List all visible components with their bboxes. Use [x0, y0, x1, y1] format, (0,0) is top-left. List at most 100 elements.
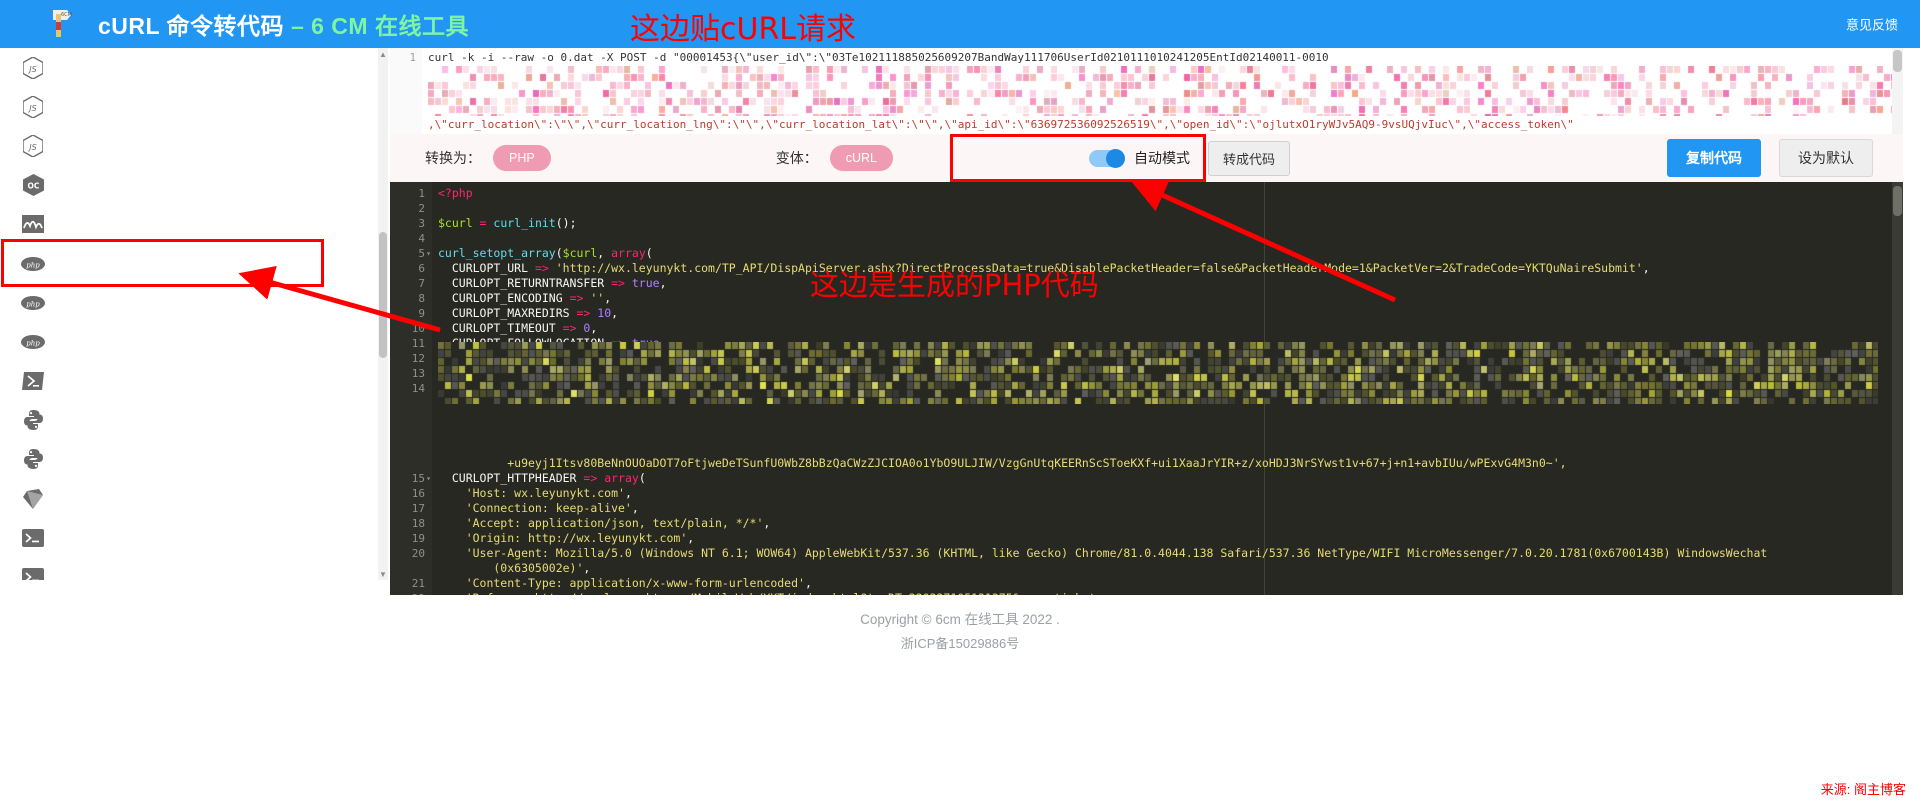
nodejs-icon: JS	[20, 55, 46, 81]
code-line-number: 3	[390, 216, 425, 231]
code-line: 'Content-Type: application/x-www-form-ur…	[438, 576, 1898, 591]
sidebar-scroll-up-icon[interactable]: ▲	[378, 48, 388, 60]
code-line	[438, 231, 1898, 246]
code-line-number: 2	[390, 201, 425, 216]
python-icon	[20, 407, 46, 433]
brand-title-sub: 6 CM 在线工具	[311, 13, 469, 39]
code-line: 'Connection: keep-alive',	[438, 501, 1898, 516]
code-line-number: 22	[390, 591, 425, 595]
sidebar-scroll-down-icon[interactable]: ▼	[378, 568, 388, 580]
code-line-tail-fragment: +u9eyj1Itsv80BeNnOUOaDOT7oFtjweDeTSunfU0…	[438, 456, 1898, 471]
auto-mode-toggle-knob	[1106, 149, 1125, 168]
code-line: 'Origin: http://wx.leyunykt.com',	[438, 531, 1898, 546]
code-line: CURLOPT_TIMEOUT => 0,	[438, 321, 1898, 336]
curl-request-redacted-region	[428, 66, 1893, 116]
curl-editor-scrollbar-thumb[interactable]	[1893, 50, 1902, 72]
python-icon	[20, 446, 46, 472]
footer-copyright: Copyright © 6cm 在线工具 2022 .	[0, 608, 1920, 628]
code-line: CURLOPT_HTTPHEADER => array(	[438, 471, 1898, 486]
code-line-number: 18	[390, 516, 425, 531]
code-line-number	[390, 456, 425, 471]
code-line: CURLOPT_URL => 'http://wx.leyunykt.com/T…	[438, 261, 1898, 276]
curl-editor-scrollbar[interactable]	[1892, 48, 1903, 134]
page-footer: Copyright © 6cm 在线工具 2022 . 浙ICP备1502988…	[0, 596, 1920, 808]
language-row-php-http-request2[interactable]: php	[0, 283, 390, 322]
brand-title-separator: –	[291, 13, 311, 39]
variant-pill[interactable]: cURL	[830, 145, 893, 171]
svg-text:JS: JS	[27, 143, 36, 152]
code-line-redacted	[438, 441, 1898, 456]
generated-code-panel[interactable]: 1234567891011121314151617181920212223242…	[390, 182, 1903, 595]
language-row-python-http-client[interactable]	[0, 401, 390, 440]
code-line: 'User-Agent: Mozilla/5.0 (Windows NT 6.1…	[438, 546, 1898, 561]
app-header: 6CM cURL 命令转代码 – 6 CM 在线工具 意见反馈	[0, 0, 1920, 48]
ocaml-icon	[20, 211, 46, 237]
svg-text:php: php	[26, 261, 40, 269]
annotation-generated-php: 这边是生成的PHP代码	[810, 262, 1099, 304]
code-line-number: 15	[390, 471, 425, 486]
svg-text:JS: JS	[27, 65, 36, 74]
code-line-number: 19	[390, 531, 425, 546]
auto-mode-label: 自动模式	[1134, 148, 1190, 168]
code-line-number: 4	[390, 231, 425, 246]
code-line-number	[390, 441, 425, 456]
code-line-number: 10	[390, 321, 425, 336]
code-line-redacted	[438, 411, 1898, 426]
curl-editor-gutter: 1	[390, 48, 422, 134]
shell-icon	[20, 564, 46, 580]
page-root: 6CM cURL 命令转代码 – 6 CM 在线工具 意见反馈 这边贴cURL请…	[0, 0, 1920, 808]
language-row-powershell-restmethod[interactable]	[0, 362, 390, 401]
language-row-ruby-net-http[interactable]	[0, 479, 390, 518]
language-row-php-curl[interactable]: php	[0, 244, 390, 283]
php-icon: php	[20, 329, 46, 355]
code-line-number: 12	[390, 351, 425, 366]
code-line: CURLOPT_RETURNTRANSFER => true,	[438, 276, 1898, 291]
svg-text:JS: JS	[27, 104, 36, 113]
language-row-ocaml-cohttp[interactable]	[0, 205, 390, 244]
convert-to-label: 转换为：	[425, 148, 481, 168]
code-line-number: 6	[390, 261, 425, 276]
curl-converter-logo-icon: 6CM	[44, 7, 78, 41]
code-line-number: 17	[390, 501, 425, 516]
php-icon: php	[20, 290, 46, 316]
nodejs-icon: JS	[20, 94, 46, 120]
auto-mode-toggle[interactable]	[1089, 150, 1125, 167]
language-row-nodejs-unirest[interactable]: JS	[0, 126, 390, 165]
code-line: <?php	[438, 186, 1898, 201]
code-scrollbar[interactable]	[1892, 182, 1903, 595]
code-gutter: 1234567891011121314151617181920212223242…	[390, 182, 432, 595]
code-line	[438, 201, 1898, 216]
sidebar-scrollbar-thumb[interactable]	[379, 232, 387, 358]
code-line-number: 16	[390, 486, 425, 501]
php-icon: php	[20, 251, 46, 277]
page-title: cURL 命令转代码 – 6 CM 在线工具	[98, 7, 469, 41]
language-row-objective-c-nsurlsession[interactable]: OC	[0, 166, 390, 205]
code-line-number: 14	[390, 381, 425, 396]
code-line: curl_setopt_array($curl, array(	[438, 246, 1898, 261]
code-line-number	[390, 411, 425, 426]
code-scrollbar-thumb[interactable]	[1893, 186, 1902, 216]
powershell-icon	[20, 368, 46, 394]
language-row-shell-httpie[interactable]	[0, 518, 390, 557]
svg-text:php: php	[26, 300, 40, 308]
language-row-nodejs-native[interactable]: JS	[0, 48, 390, 87]
code-redacted-region	[438, 342, 1878, 404]
language-row-python-requests[interactable]	[0, 440, 390, 479]
curl-request-editor[interactable]: 1 curl -k -i --raw -o 0.dat -X POST -d "…	[390, 48, 1903, 134]
language-list[interactable]: JS JS JS OC php php php	[0, 48, 390, 580]
language-row-php-pecl-http[interactable]: php	[0, 322, 390, 361]
language-row-shell-wget[interactable]	[0, 557, 390, 580]
code-line-number	[390, 561, 425, 576]
language-row-nodejs-request[interactable]: JS	[0, 87, 390, 126]
svg-text:OC: OC	[27, 182, 39, 191]
svg-text:php: php	[26, 339, 40, 347]
target-language-pill[interactable]: PHP	[493, 145, 551, 171]
footer-icp: 浙ICP备15029886号	[0, 633, 1920, 652]
convert-button[interactable]: 转成代码	[1208, 141, 1290, 176]
set-default-button[interactable]: 设为默认	[1779, 139, 1873, 177]
svg-text:6CM: 6CM	[61, 12, 72, 18]
code-line-number: 11	[390, 336, 425, 351]
copy-code-button[interactable]: 复制代码	[1667, 139, 1761, 177]
code-line: CURLOPT_ENCODING => '',	[438, 291, 1898, 306]
feedback-link[interactable]: 意见反馈	[1846, 15, 1898, 34]
